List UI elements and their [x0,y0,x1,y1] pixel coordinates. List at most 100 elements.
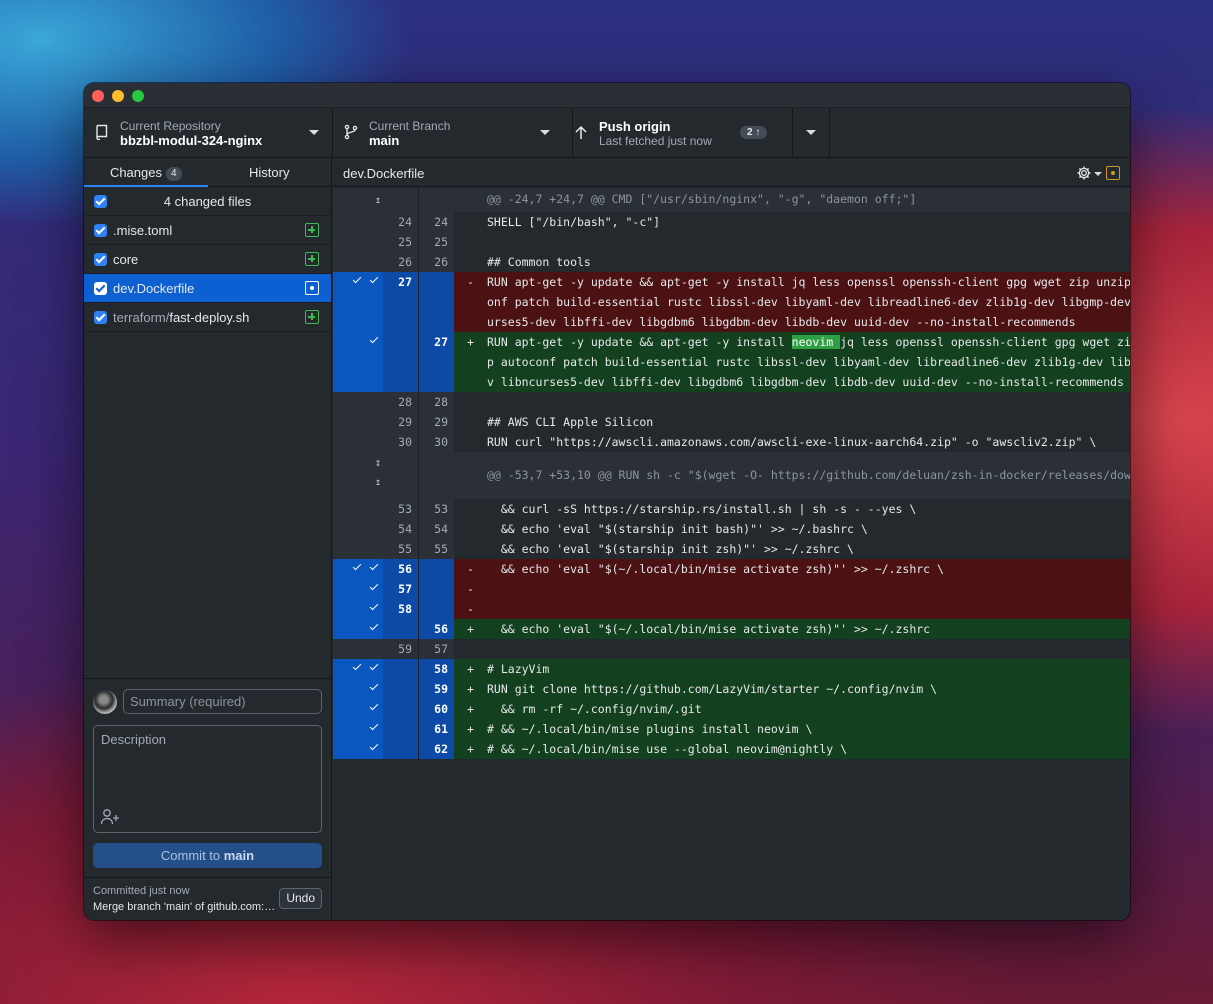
diff-marker [454,412,487,432]
old-line-number [383,679,418,699]
new-line-number [418,599,454,619]
push-options-dropdown[interactable] [793,108,830,158]
line-gutter[interactable] [349,332,383,352]
file-list-item[interactable]: dev.Dockerfile [84,274,331,303]
line-gutter[interactable] [349,579,383,599]
diff-added-line[interactable]: p autoconf patch build-essential rustc l… [333,352,1130,372]
diff-marker: + [467,702,474,716]
line-gutter[interactable] [349,739,383,759]
select-all-files-row[interactable]: 4 changed files [84,187,331,216]
line-gutter[interactable] [349,352,383,372]
chevron-down-icon[interactable] [1094,172,1102,176]
line-gutter[interactable] [349,292,383,312]
line-text: && curl -sS https://starship.rs/install.… [487,502,917,516]
line-selected-check-icon[interactable] [369,601,379,611]
hunk-selected-check-icon[interactable] [352,561,362,571]
line-selected-check-icon[interactable] [369,621,379,631]
diff-added-line[interactable]: v libncurses5-dev libffi-dev libgdbm6 li… [333,372,1130,392]
line-gutter [349,232,383,252]
diff-added-line[interactable]: 61 + # && ~/.local/bin/mise plugins instal… [333,719,1130,739]
diff-marker [454,432,487,452]
line-selected-check-icon[interactable] [369,581,379,591]
line-gutter[interactable] [349,599,383,619]
commit-description-field[interactable] [93,725,322,833]
old-line-number: 26 [383,252,418,272]
repository-selector[interactable]: Current Repository bbzbl-modul-324-nginx [84,108,333,158]
diff-line-content: RUN git clone https://github.com/LazyVim… [487,679,1130,699]
line-gutter[interactable] [349,372,383,392]
line-selected-check-icon[interactable] [369,274,379,284]
diff-removed-line[interactable]: 56 - && echo 'eval "$(~/.local/bin/mise a… [333,559,1130,579]
line-gutter[interactable] [349,659,383,679]
diff-added-line[interactable]: 58 + # LazyVim [333,659,1130,679]
repo-icon [96,124,108,140]
diff-added-line[interactable]: 62 + # && ~/.local/bin/mise use --global n… [333,739,1130,759]
diff-marker: - [467,562,474,576]
diff-removed-line[interactable]: onf patch build-essential rustc libssl-d… [333,292,1130,312]
push-origin-button[interactable]: Push origin Last fetched just now 2 ↑ [573,108,793,158]
add-coauthor-icon[interactable] [100,808,120,826]
line-gutter[interactable] [349,699,383,719]
line-selected-check-icon[interactable] [369,701,379,711]
sidebar-tabs: Changes 4 History [84,159,331,187]
new-line-number: 54 [418,519,454,539]
line-gutter[interactable] [349,312,383,332]
diff-added-line[interactable]: 56 + && echo 'eval "$(~/.local/bin/mise a… [333,619,1130,639]
minimize-window-button[interactable] [112,90,124,102]
old-line-number: 55 [383,539,418,559]
diff-line-content: SHELL ["/bin/bash", "-c"] [487,212,1130,232]
file-name: .mise.toml [113,223,173,238]
file-include-checkbox[interactable] [94,282,107,295]
commit-summary-input[interactable] [123,689,322,714]
diff-removed-line[interactable]: urses5-dev libffi-dev libgdbm6 libgdbm-d… [333,312,1130,332]
commit-button[interactable]: Commit to main [93,843,322,868]
undo-button[interactable]: Undo [279,888,322,909]
line-text: v libncurses5-dev libffi-dev libgdbm6 li… [487,375,1124,389]
new-line-number [418,272,454,292]
file-list-item[interactable]: .mise.toml [84,216,331,245]
diff-marker [454,539,487,559]
push-label: Push origin [599,119,671,134]
file-list-item[interactable]: terraform/fast-deploy.sh [84,303,331,332]
diff-added-line[interactable]: 27 + RUN apt-get -y update && apt-get -y i… [333,332,1130,352]
line-selected-check-icon[interactable] [369,741,379,751]
close-window-button[interactable] [92,90,104,102]
line-gutter[interactable] [349,272,383,292]
diff-line-content: && echo 'eval "$(starship init zsh)"' >>… [487,539,1130,559]
file-include-checkbox[interactable] [94,311,107,324]
line-gutter[interactable] [349,679,383,699]
diff-marker: + [467,335,474,349]
zoom-window-button[interactable] [132,90,144,102]
line-selected-check-icon[interactable] [369,681,379,691]
new-line-number: 24 [418,212,454,232]
line-text: RUN apt-get -y update && apt-get -y inst… [487,275,1130,289]
tab-changes[interactable]: Changes 4 [84,159,208,187]
file-include-checkbox[interactable] [94,224,107,237]
diff-removed-line[interactable]: 27 - RUN apt-get -y update && apt-get -y i… [333,272,1130,292]
diff-removed-line[interactable]: 57 - [333,579,1130,599]
diff-panel: dev.Dockerfile ↥ @@ -24,7 +24,7 @@ CMD ["… [333,159,1130,920]
old-line-number: 59 [383,639,418,659]
diff-removed-line[interactable]: 58 - [333,599,1130,619]
gear-icon[interactable] [1076,165,1092,181]
hunk-selected-check-icon[interactable] [352,661,362,671]
line-gutter[interactable] [349,559,383,579]
tab-history[interactable]: History [208,159,332,186]
line-selected-check-icon[interactable] [369,661,379,671]
diff-added-line[interactable]: 60 + && rm -rf ~/.config/nvim/.git [333,699,1130,719]
line-selected-check-icon[interactable] [369,721,379,731]
line-text: # && ~/.local/bin/mise plugins install n… [487,722,813,736]
line-selected-check-icon[interactable] [369,561,379,571]
hunk-selected-check-icon[interactable] [352,274,362,284]
line-selected-check-icon[interactable] [369,334,379,344]
file-list-item[interactable]: core [84,245,331,274]
changes-count-badge: 4 [165,167,182,181]
branch-selector[interactable]: Current Branch main [333,108,573,158]
line-gutter[interactable] [349,719,383,739]
commit-description-input[interactable] [94,726,321,806]
push-count-badge: 2 ↑ [740,126,768,139]
expand-up-icon[interactable]: ↥ [375,190,381,212]
line-gutter[interactable] [349,619,383,639]
diff-added-line[interactable]: 59 + RUN git clone https://github.com/Lazy… [333,679,1130,699]
file-include-checkbox[interactable] [94,253,107,266]
